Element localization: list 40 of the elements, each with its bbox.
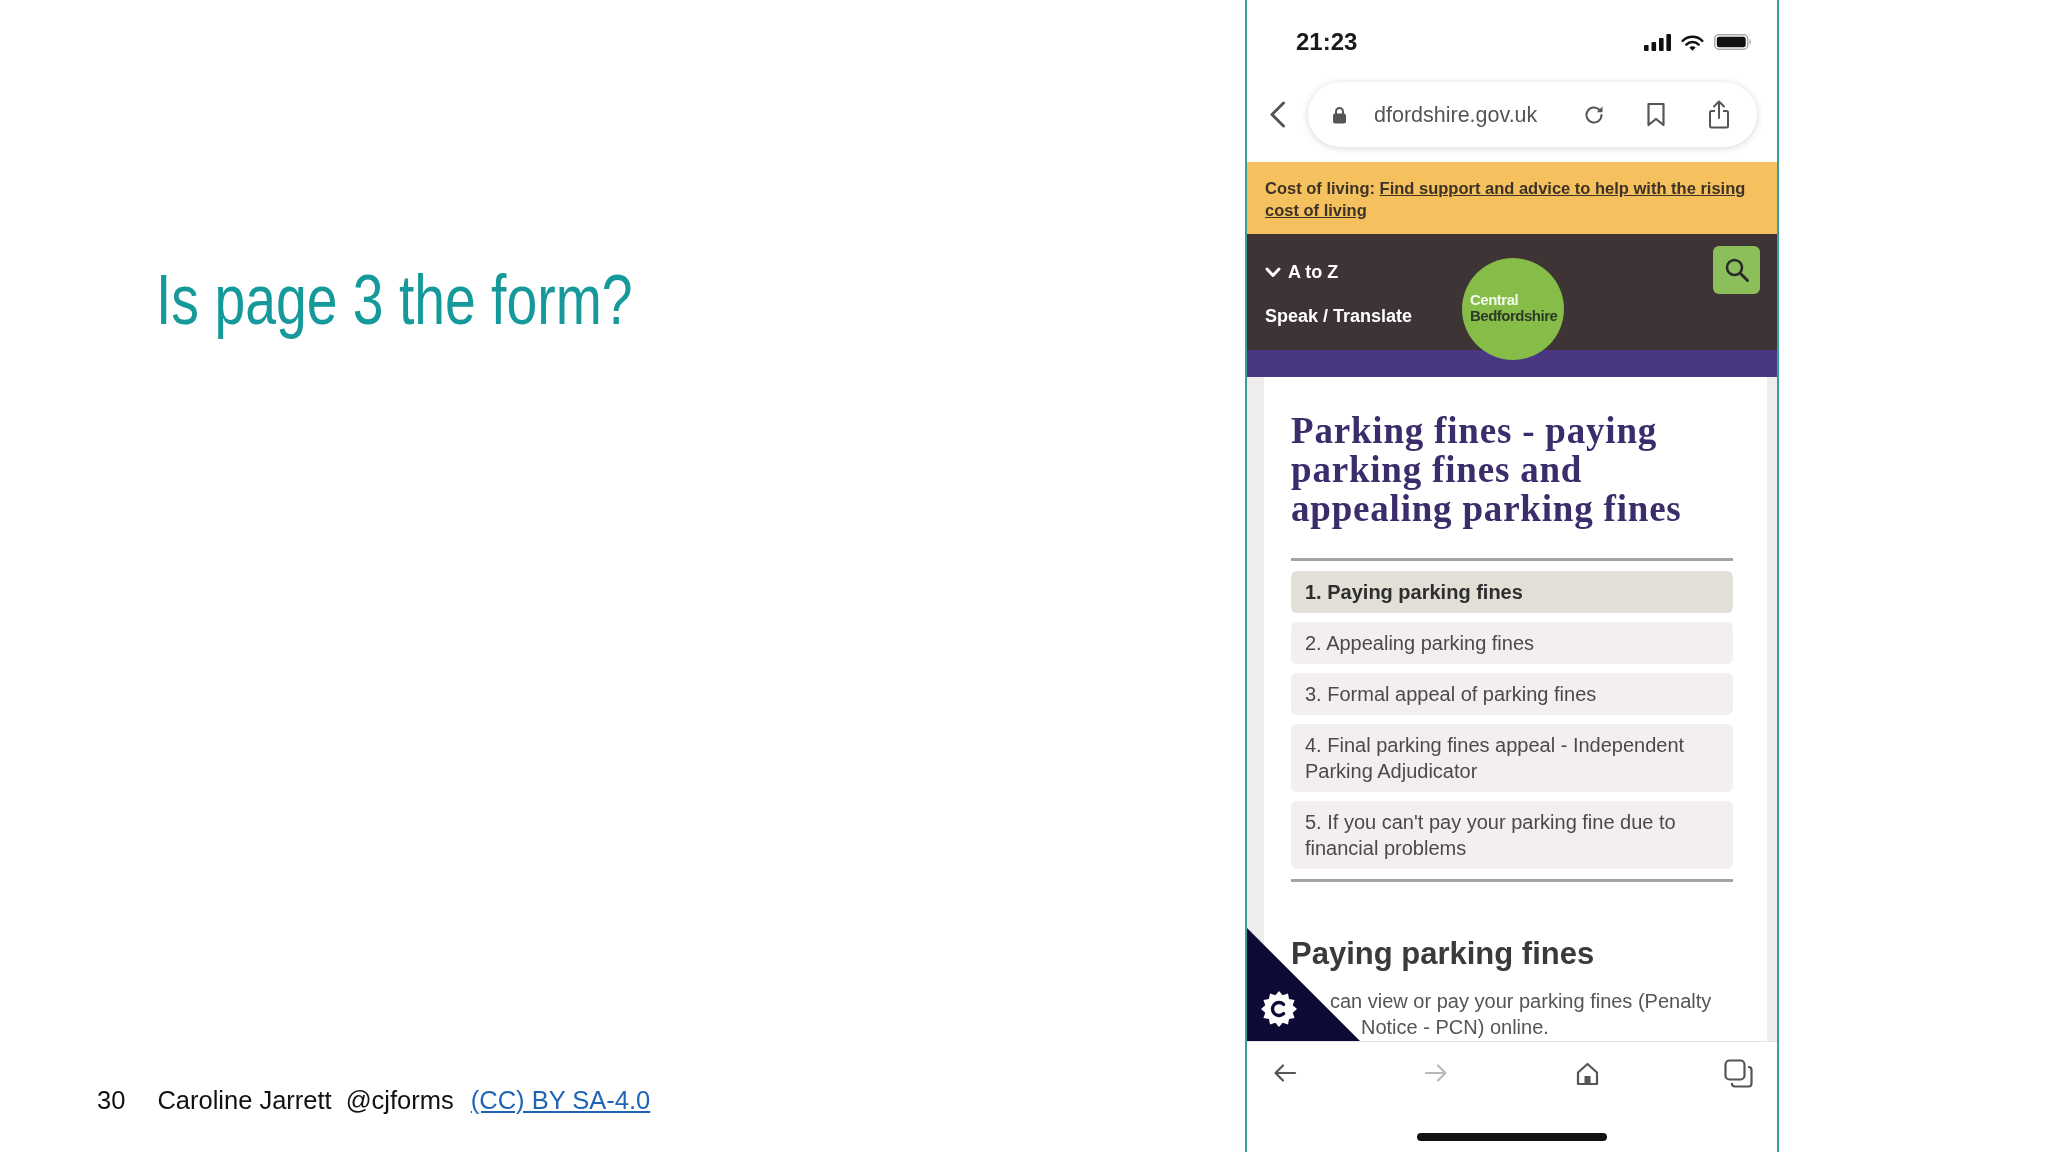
search-button[interactable] bbox=[1713, 246, 1760, 294]
contents-link[interactable]: 2. Appealing parking fines bbox=[1291, 622, 1733, 664]
arrow-out-of-box-icon bbox=[1707, 100, 1731, 129]
wifi-icon bbox=[1681, 33, 1704, 51]
section-heading: Paying parking fines bbox=[1291, 936, 1596, 972]
chevron-down-icon bbox=[1265, 266, 1281, 278]
overlapping-squares-icon bbox=[1724, 1058, 1754, 1088]
address-bar[interactable]: dfordshire.gov.uk bbox=[1308, 82, 1757, 147]
house-icon bbox=[1575, 1060, 1601, 1086]
contents-link[interactable]: 5. If you can't pay your parking fine due to financial problems bbox=[1291, 801, 1733, 869]
logo-text: Central bbox=[1470, 292, 1519, 308]
body-text: can view or pay your parking fines (Penalty bbox=[1330, 989, 1713, 1014]
contents-link[interactable]: 3. Formal appeal of parking fines bbox=[1291, 673, 1733, 715]
contents-link[interactable]: 1. Paying parking fines bbox=[1291, 571, 1733, 613]
share-button[interactable] bbox=[1707, 100, 1731, 129]
banner-text: Cost of living: Find support and advice to help with the rising cost of living bbox=[1265, 178, 1747, 221]
banner-link[interactable]: Find support and advice to help with the rising bbox=[1379, 179, 1746, 197]
body-text: Notice - PCN) online. bbox=[1361, 1015, 1550, 1040]
banner-link[interactable]: cost of living bbox=[1265, 201, 1367, 219]
url-text: dfordshire.gov.uk bbox=[1374, 101, 1538, 128]
speak-translate-link[interactable]: Speak / Translate bbox=[1265, 305, 1413, 327]
page-number: 30 bbox=[97, 1085, 126, 1115]
padlock-icon bbox=[1332, 105, 1347, 124]
license-link[interactable]: (CC) BY SA-4.0 bbox=[470, 1085, 651, 1115]
page-heading: Parking fines - paying parking fines and appealing parking fines bbox=[1291, 410, 1683, 528]
chevron-left-icon bbox=[1269, 101, 1286, 128]
a-to-z-toggle[interactable]: A to Z bbox=[1265, 261, 1339, 283]
slide-title: Is page 3 the form? bbox=[156, 260, 633, 340]
site-logo[interactable]: Central Bedfordshire bbox=[1462, 258, 1564, 360]
search-icon bbox=[1723, 257, 1750, 283]
bookmark-button[interactable] bbox=[1646, 102, 1666, 127]
battery-icon bbox=[1714, 34, 1752, 50]
bookmark-icon bbox=[1646, 102, 1666, 127]
status-time: 21:23 bbox=[1296, 28, 1358, 56]
contents-link[interactable]: 4. Final parking fines appeal - Independent Parking Adjudicator bbox=[1291, 724, 1733, 792]
signal-bars-icon bbox=[1644, 33, 1671, 51]
author-handle: @cjforms bbox=[345, 1085, 454, 1115]
seal-icon bbox=[1261, 991, 1297, 1027]
author-name: Caroline Jarrett bbox=[157, 1085, 332, 1115]
logo-text: Bedfordshire bbox=[1470, 308, 1558, 324]
